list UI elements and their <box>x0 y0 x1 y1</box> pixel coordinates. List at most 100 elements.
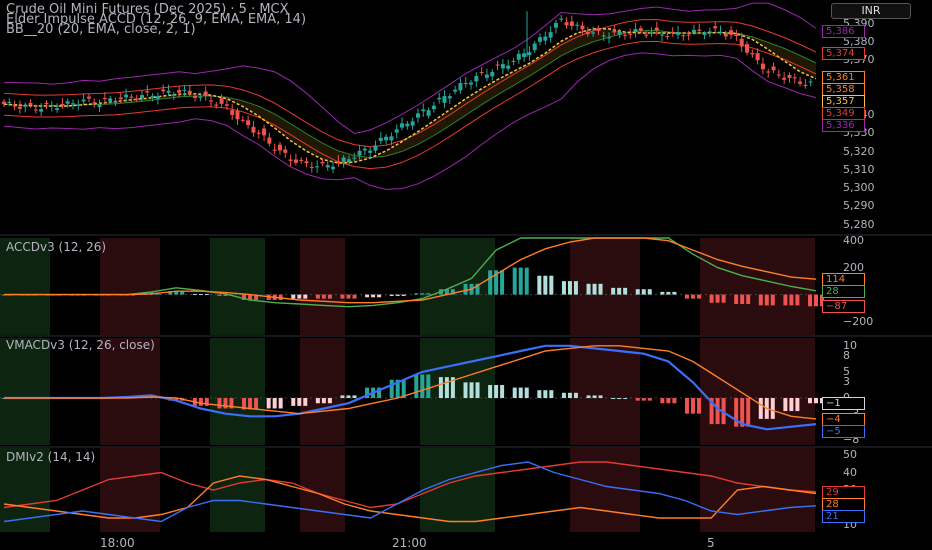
histogram-bar <box>549 390 554 399</box>
candle-body <box>325 165 330 168</box>
histogram-bar <box>617 398 622 400</box>
histogram-bar <box>303 294 308 299</box>
histogram-bar <box>795 294 800 306</box>
histogram-bar <box>598 283 603 295</box>
session-shade <box>420 238 495 335</box>
candle-body <box>299 159 304 161</box>
candle-body <box>293 159 298 163</box>
histogram-bar <box>617 287 622 295</box>
candle-body <box>230 110 235 115</box>
candle-body <box>384 136 389 141</box>
candle-body <box>538 37 543 42</box>
candle-body <box>543 36 548 41</box>
candle-body <box>750 53 755 55</box>
candle-body <box>17 106 22 109</box>
histogram-bar <box>690 398 695 414</box>
candle-body <box>431 105 436 110</box>
histogram-bar <box>814 294 818 307</box>
x-tick-5: 5 <box>707 536 715 550</box>
histogram-bar <box>647 289 652 295</box>
histogram-bar <box>611 287 616 295</box>
candle-body <box>113 101 118 103</box>
session-shade <box>700 338 815 445</box>
y-tick-label: 5,300 <box>843 181 875 195</box>
session-shade <box>700 238 815 335</box>
histogram-bar <box>666 398 671 404</box>
candle-body <box>102 98 107 100</box>
bb-inner-lower <box>3 40 817 170</box>
histogram-bar <box>488 384 493 399</box>
session-shade <box>100 238 160 335</box>
candle-body <box>421 109 426 112</box>
histogram-bar <box>389 379 394 399</box>
candle-body <box>607 37 612 39</box>
candle-body <box>49 104 54 106</box>
candle-body <box>309 166 314 168</box>
histogram-bar <box>666 291 671 295</box>
histogram-bar <box>272 398 277 409</box>
candle-body <box>214 104 219 106</box>
histogram-bar <box>401 294 406 296</box>
y-tick-label: 5,320 <box>843 144 875 158</box>
histogram-bar <box>586 283 591 295</box>
histogram-bar <box>346 395 351 399</box>
candle-body <box>553 22 558 28</box>
candle-body <box>447 96 452 99</box>
histogram-bar <box>389 294 394 296</box>
candle-body <box>198 96 203 98</box>
histogram-bar <box>561 281 566 295</box>
histogram-bar <box>377 294 382 298</box>
histogram-bar <box>512 267 517 295</box>
histogram-bar <box>395 294 400 296</box>
candle-body <box>124 94 129 98</box>
candle-body <box>129 96 134 98</box>
candle-body <box>277 144 282 151</box>
value-tag: −1 <box>822 397 865 411</box>
candle-body <box>378 137 383 141</box>
histogram-bar <box>340 395 345 399</box>
candle-body <box>400 123 405 128</box>
histogram-bar <box>789 398 794 412</box>
histogram-bar <box>420 293 425 295</box>
candle-body <box>474 76 479 82</box>
candle-body <box>745 44 750 53</box>
session-shade <box>570 338 640 445</box>
candle-body <box>177 90 182 93</box>
candle-body <box>33 109 38 111</box>
histogram-bar <box>315 398 320 404</box>
candle-body <box>240 119 245 121</box>
candle-body <box>500 64 505 69</box>
y-tick-label: 5,290 <box>843 199 875 213</box>
histogram-bar <box>414 293 419 295</box>
candle-body <box>771 66 776 71</box>
histogram-bar <box>438 377 443 399</box>
session-shade <box>420 338 495 445</box>
candle-body <box>81 99 86 102</box>
indicator-bb-label: BB__20 (20, EMA, close, 2, 1) <box>6 22 196 37</box>
candle-body <box>723 33 728 37</box>
session-shade <box>570 238 640 335</box>
histogram-bar <box>327 398 332 404</box>
candle-body <box>145 91 150 93</box>
histogram-bar <box>426 293 431 295</box>
candle-body <box>713 26 718 29</box>
candle-body <box>166 90 171 93</box>
session-shade <box>300 338 345 445</box>
histogram-bar <box>598 395 603 399</box>
candle-body <box>139 95 144 99</box>
candle-body <box>203 91 208 96</box>
candle-body <box>357 150 362 156</box>
candle-body <box>787 75 792 78</box>
histogram-bar <box>623 287 628 295</box>
histogram-bar <box>573 392 578 399</box>
histogram-bar <box>567 392 572 399</box>
histogram-bar <box>198 398 203 406</box>
candle-body <box>70 103 75 105</box>
candle-body <box>469 82 474 85</box>
histogram-bar <box>426 374 431 399</box>
histogram-bar <box>690 294 695 299</box>
histogram-bar <box>573 281 578 295</box>
candle-body <box>792 77 797 79</box>
candle-body <box>267 137 272 144</box>
histogram-bar <box>327 294 332 299</box>
